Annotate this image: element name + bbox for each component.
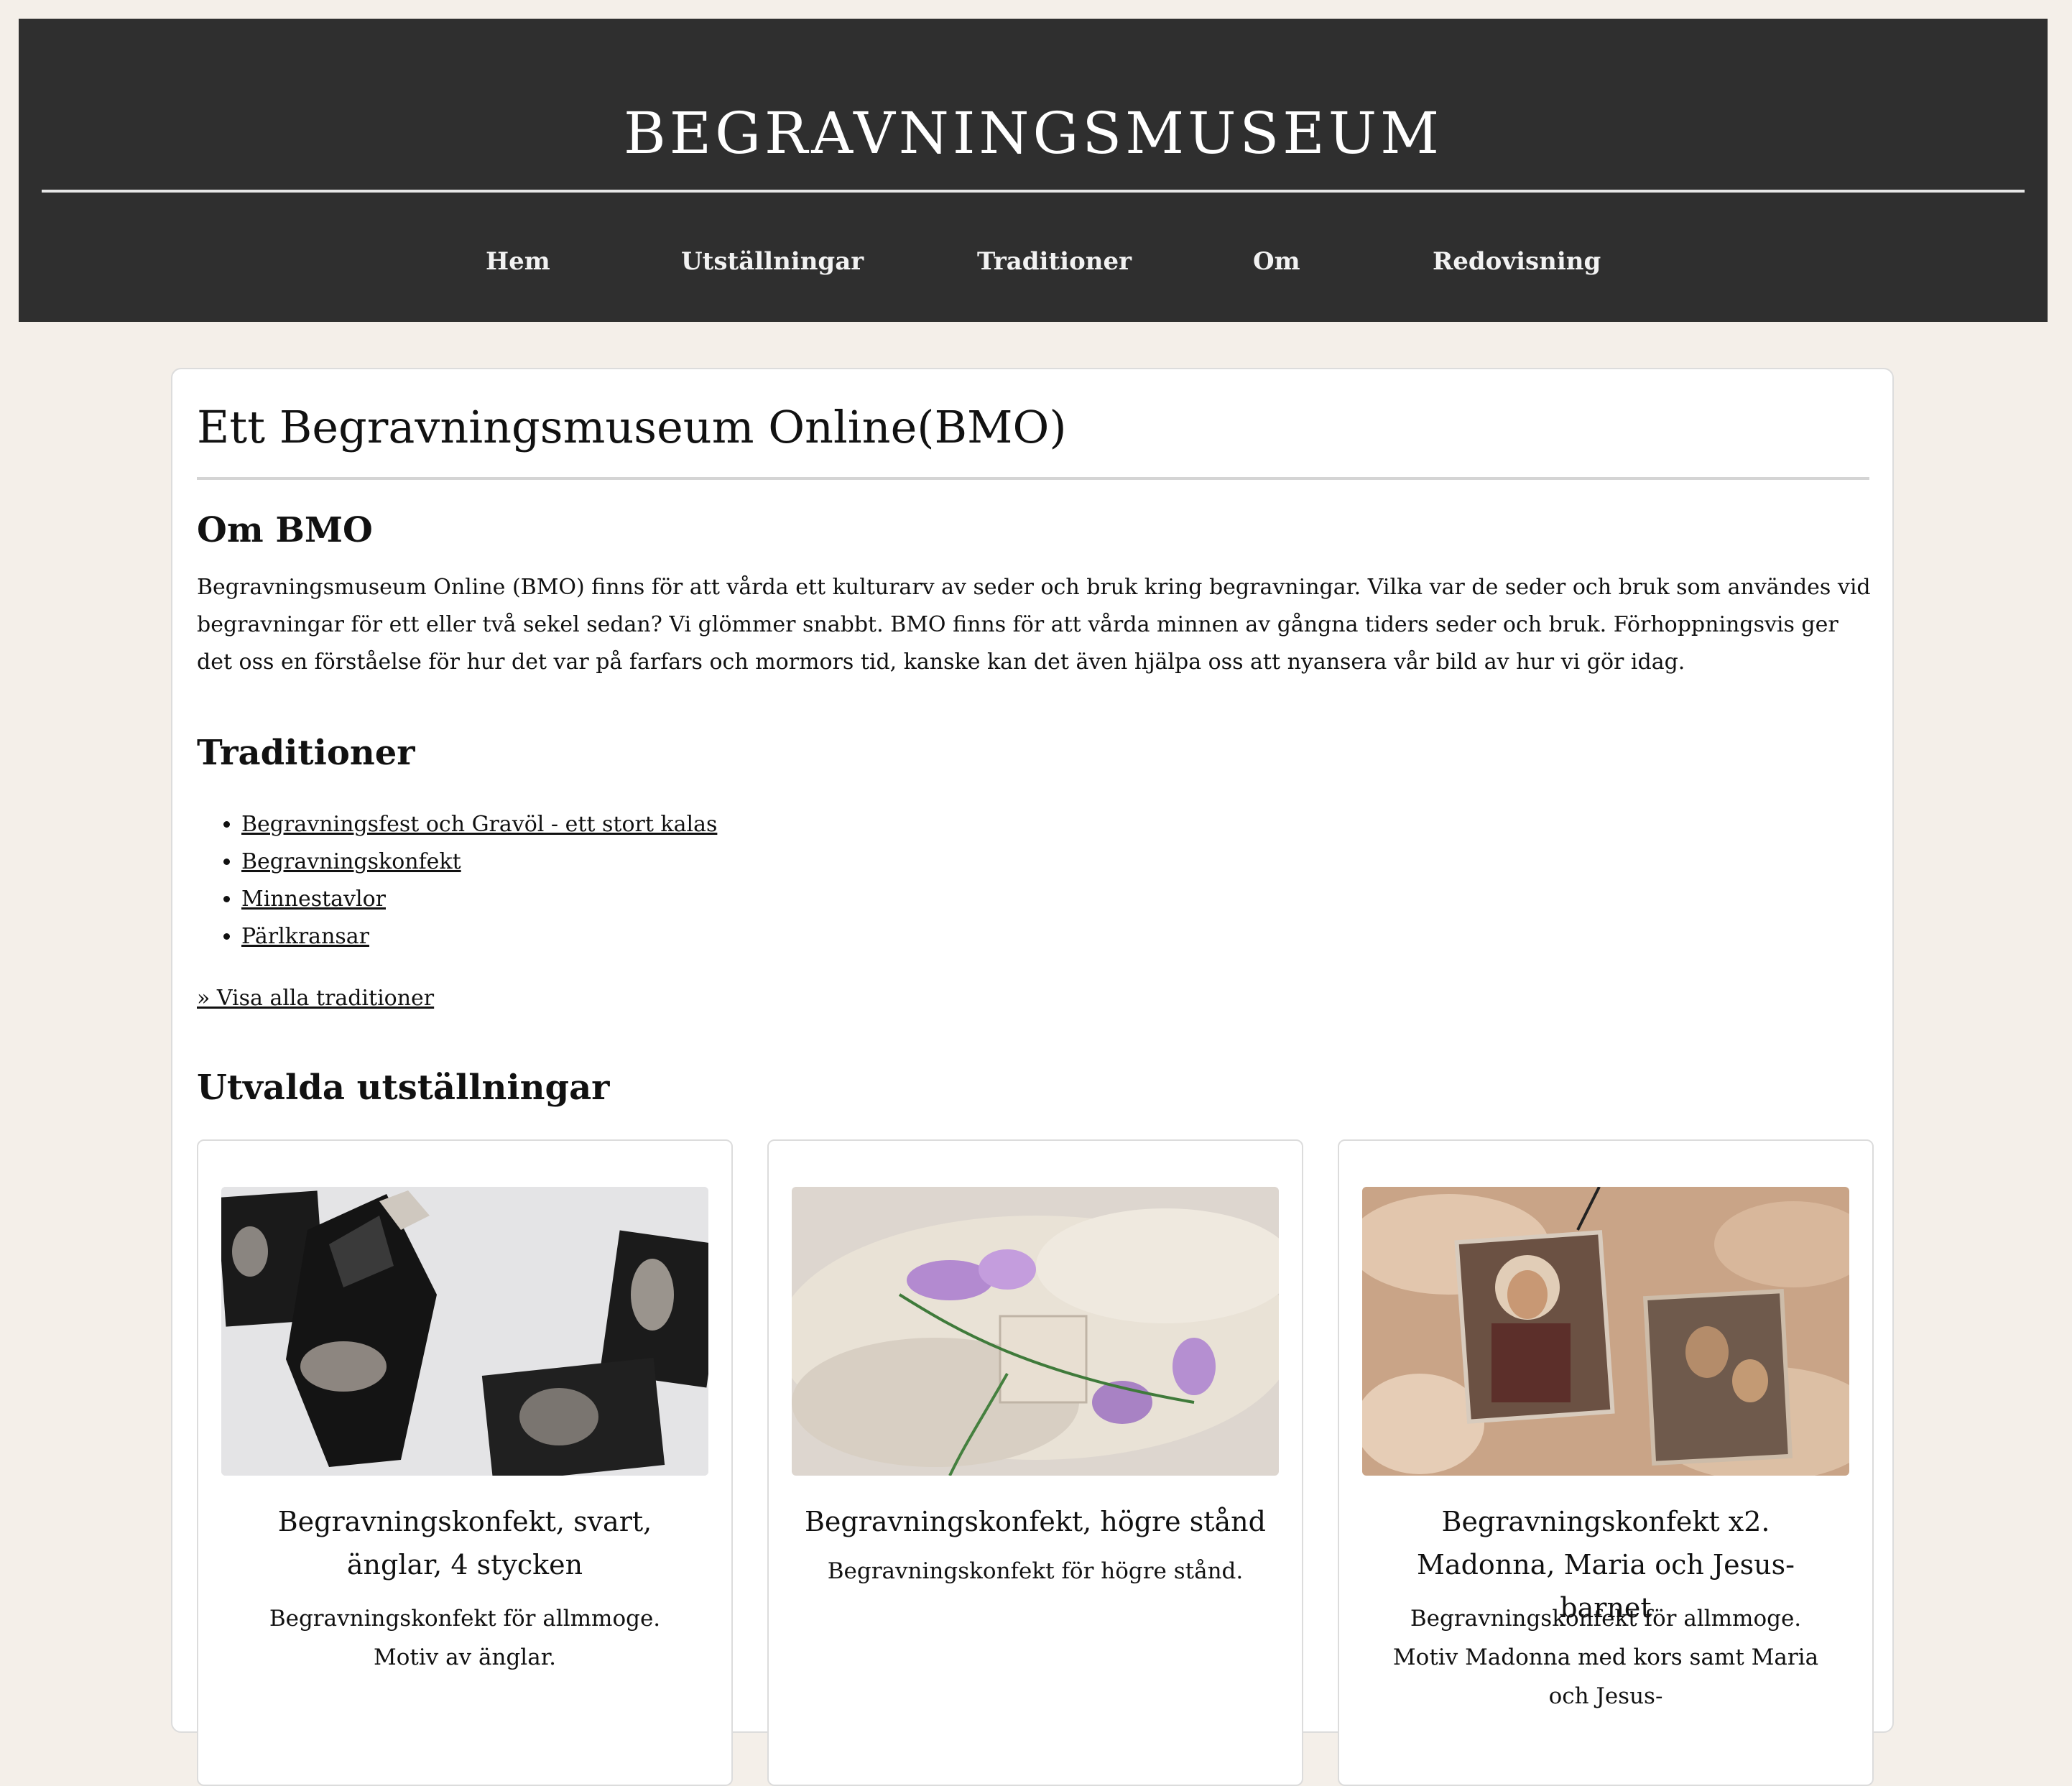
about-heading: Om BMO [197, 510, 373, 550]
tradition-link-minnestavlor[interactable]: Minnestavlor [241, 887, 386, 912]
exhibitions-heading: Utvalda utställningar [197, 1068, 610, 1108]
main-nav: Hem Utställningar Traditioner Om Redovis… [19, 247, 2048, 283]
exhibition-title[interactable]: Begravningskonfekt, svart, änglar, 4 sty… [234, 1500, 695, 1586]
list-item: Pärlkransar [241, 918, 717, 956]
about-text: Begravningsmuseum Online (BMO) finns för… [197, 575, 1871, 675]
exhibition-description: Begravningskonfekt för högre stånd. [827, 1558, 1244, 1584]
exhibition-card[interactable]: Begravningskonfekt, svart, änglar, 4 sty… [197, 1139, 733, 1786]
tradition-link-begravningskonfekt[interactable]: Begravningskonfekt [241, 849, 461, 874]
show-all-traditions-link[interactable]: » Visa alla traditioner [197, 980, 434, 1017]
traditions-list: Begravningsfest och Gravöl - ett stort k… [197, 806, 717, 956]
header-divider [42, 190, 2025, 193]
tradition-link-parlkransar[interactable]: Pärlkransar [241, 924, 369, 949]
exhibition-card[interactable]: Begravningskonfekt x2. Madonna, Maria oc… [1338, 1139, 1874, 1786]
tradition-link-begravningsfest[interactable]: Begravningsfest och Gravöl - ett stort k… [241, 812, 717, 837]
exhibition-image-madonna[interactable] [1362, 1187, 1849, 1476]
nav-link-traditioner[interactable]: Traditioner [977, 247, 1132, 276]
nav-link-hem[interactable]: Hem [486, 247, 550, 276]
nav-link-redovisning[interactable]: Redovisning [1433, 247, 1601, 276]
exhibition-card[interactable]: Begravningskonfekt, högre stånd Begravni… [767, 1139, 1303, 1786]
main-content-card: Ett Begravningsmuseum Online(BMO) Om BMO… [171, 368, 1894, 1786]
traditions-heading: Traditioner [197, 733, 415, 773]
exhibition-image-higher-class[interactable] [792, 1187, 1279, 1476]
exhibition-title[interactable]: Begravningskonfekt, högre stånd [805, 1500, 1266, 1543]
exhibition-image-black-angels[interactable] [221, 1187, 708, 1476]
site-title[interactable]: BEGRAVNINGSMUSEUM [19, 105, 2048, 162]
title-divider [197, 477, 1869, 480]
exhibition-description: Begravningskonfekt för allmmoge. Motiv a… [269, 1606, 661, 1670]
nav-link-utstallningar[interactable]: Utställningar [681, 247, 864, 276]
list-item: Begravningsfest och Gravöl - ett stort k… [241, 806, 717, 843]
list-item: Begravningskonfekt [241, 843, 717, 881]
nav-link-om[interactable]: Om [1253, 247, 1300, 276]
site-header: BEGRAVNINGSMUSEUM Hem Utställningar Trad… [19, 19, 2048, 322]
page-title: Ett Begravningsmuseum Online(BMO) [197, 401, 1067, 453]
exhibition-description: Begravningskonfekt för allmmoge. Motiv M… [1392, 1606, 1819, 1709]
list-item: Minnestavlor [241, 881, 717, 918]
